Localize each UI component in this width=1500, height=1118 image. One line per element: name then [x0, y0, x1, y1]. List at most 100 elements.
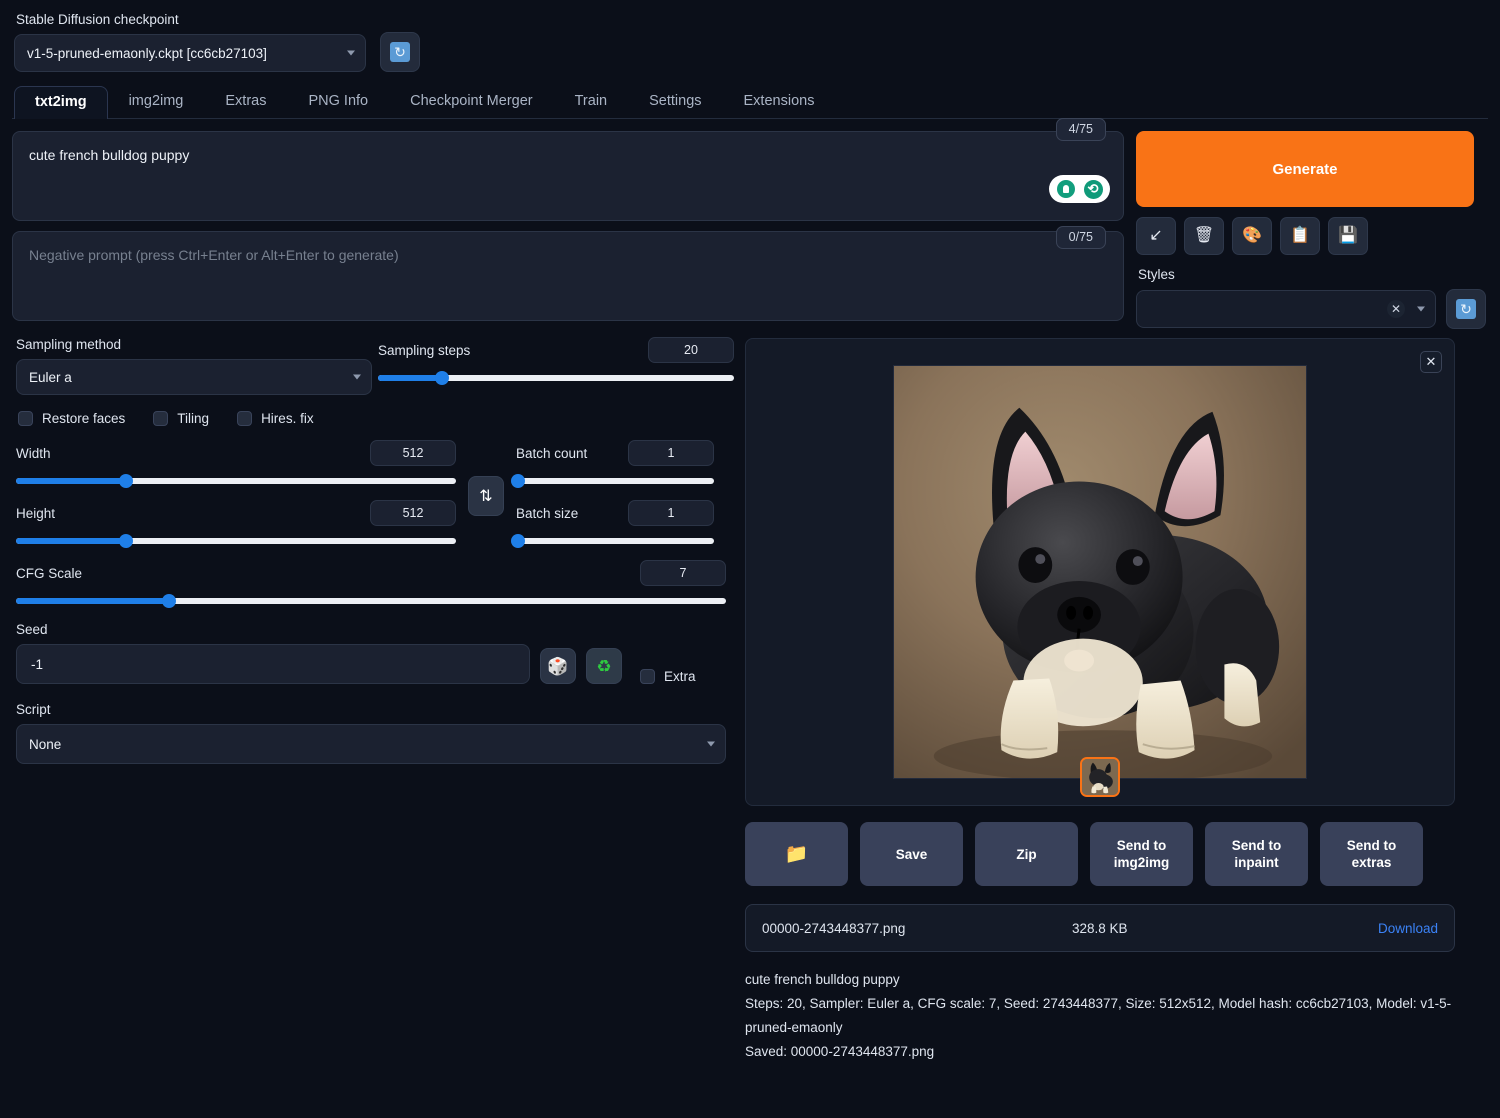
sampling-steps-head: Sampling steps 20	[378, 337, 734, 363]
read-generation-params-icon[interactable]: ↙	[1136, 217, 1176, 255]
tab-img2img[interactable]: img2img	[108, 85, 205, 118]
cfg-scale-block: CFG Scale 7	[16, 560, 726, 608]
tiling-label: Tiling	[177, 411, 210, 426]
refresh-icon: ↻	[1456, 299, 1476, 319]
hires-fix-label: Hires. fix	[261, 411, 314, 426]
batch-count-head: Batch count 1	[516, 440, 714, 466]
results-panel: ✕ 📁 Save Zip Send to img2img Send to inp…	[745, 338, 1487, 1104]
clear-prompt-trash-icon[interactable]: 🗑	[1184, 217, 1224, 255]
apply-style-icon[interactable]: 🎨	[1232, 217, 1272, 255]
height-value[interactable]: 512	[370, 500, 456, 526]
sampling-steps-label: Sampling steps	[378, 342, 471, 358]
cfg-scale-slider[interactable]	[16, 594, 726, 608]
height-head: Height 512	[16, 500, 456, 526]
tab-extras[interactable]: Extras	[204, 85, 287, 118]
checkpoint-select[interactable]: v1-5-pruned-emaonly.ckpt [cc6cb27103]	[14, 34, 366, 72]
tiling-checkbox[interactable]: Tiling	[153, 411, 209, 426]
batch-count-value[interactable]: 1	[628, 440, 714, 466]
cfg-scale-value[interactable]: 7	[640, 560, 726, 586]
file-size: 328.8 KB	[1072, 920, 1128, 936]
batch-count-label: Batch count	[516, 445, 588, 461]
batch-size-value[interactable]: 1	[628, 500, 714, 526]
file-name: 00000-2743448377.png	[762, 920, 906, 936]
thumbnail-image	[1082, 759, 1118, 795]
height-slider[interactable]	[16, 534, 456, 548]
chevron-down-icon	[347, 50, 355, 56]
tab-extensions[interactable]: Extensions	[723, 85, 836, 118]
cfg-scale-head: CFG Scale 7	[16, 560, 726, 586]
negative-prompt-input[interactable]: Negative prompt (press Ctrl+Enter or Alt…	[12, 231, 1124, 321]
tab-settings[interactable]: Settings	[628, 85, 722, 118]
swap-dimensions-button[interactable]: ⇅	[468, 476, 504, 516]
dimensions-block: Width 512 Height 512	[16, 440, 456, 548]
close-icon[interactable]: ✕	[1420, 351, 1442, 373]
checkbox-box	[640, 669, 655, 684]
checkbox-box	[153, 411, 169, 426]
sampling-method-label: Sampling method	[16, 337, 122, 352]
cfg-scale-label: CFG Scale	[16, 565, 83, 581]
clear-x-icon[interactable]: ✕	[1387, 300, 1405, 318]
checkpoint-row: Stable Diffusion checkpoint v1-5-pruned-…	[12, 10, 1488, 72]
batch-block: Batch count 1 Batch size 1	[510, 440, 714, 548]
restore-faces-checkbox[interactable]: Restore faces	[18, 411, 125, 426]
styles-select[interactable]: ✕	[1136, 290, 1436, 328]
download-link[interactable]: Download	[1378, 921, 1438, 936]
refresh-checkpoints-button[interactable]: ↻	[380, 32, 420, 72]
recycle-reuse-seed-icon[interactable]: ♻	[586, 648, 622, 684]
generation-metadata: cute french bulldog puppy Steps: 20, Sam…	[745, 968, 1460, 1064]
batch-size-head: Batch size 1	[516, 500, 714, 526]
paste-clipboard-icon[interactable]: 📋	[1280, 217, 1320, 255]
zip-button[interactable]: Zip	[975, 822, 1078, 886]
batch-size-slider[interactable]	[510, 534, 714, 548]
negative-token-counter: 0/75	[1055, 226, 1106, 249]
positive-prompt-input[interactable]: cute french bulldog puppy	[12, 131, 1124, 221]
restore-faces-label: Restore faces	[42, 411, 126, 426]
tab-train[interactable]: Train	[554, 85, 629, 118]
send-to-img2img-button[interactable]: Send to img2img	[1090, 822, 1193, 886]
chevron-down-icon	[353, 374, 361, 380]
checkbox-box	[18, 411, 33, 426]
folder-icon: 📁	[784, 843, 809, 865]
styles-label: Styles	[1138, 267, 1175, 282]
checkpoint-value: v1-5-pruned-emaonly.ckpt [cc6cb27103]	[27, 45, 267, 61]
extra-seed-checkbox[interactable]: Extra	[640, 669, 696, 684]
save-style-floppy-icon[interactable]: 💾	[1328, 217, 1368, 255]
metadata-prompt: cute french bulldog puppy	[745, 972, 900, 987]
file-info-row: 00000-2743448377.png 328.8 KB Download	[745, 904, 1455, 952]
seed-input[interactable]: -1	[16, 644, 530, 684]
sampling-steps-slider[interactable]	[378, 371, 734, 385]
batch-size-label: Batch size	[516, 505, 579, 521]
sampling-steps-value[interactable]: 20	[648, 337, 734, 363]
generate-toolbar: ↙ 🗑 🎨 📋 💾	[1136, 217, 1486, 255]
width-slider[interactable]	[16, 474, 456, 488]
tab-png-info[interactable]: PNG Info	[287, 85, 389, 118]
sampling-method-select[interactable]: Euler a	[16, 359, 372, 395]
script-select[interactable]: None	[16, 724, 726, 764]
width-value[interactable]: 512	[370, 440, 456, 466]
prompt-tools: ⟲	[1049, 175, 1110, 203]
main-tabs: txt2img img2img Extras PNG Info Checkpoi…	[12, 86, 1488, 119]
script-label: Script	[16, 702, 51, 717]
lightbulb-icon[interactable]	[1056, 179, 1076, 199]
hires-fix-checkbox[interactable]: Hires. fix	[237, 411, 314, 426]
refresh-styles-button[interactable]: ↻	[1446, 289, 1486, 329]
send-to-extras-button[interactable]: Send to extras	[1320, 822, 1423, 886]
save-button[interactable]: Save	[860, 822, 963, 886]
width-head: Width 512	[16, 440, 456, 466]
checkpoint-label: Stable Diffusion checkpoint	[16, 12, 179, 27]
height-label: Height	[16, 505, 56, 521]
chevron-down-icon	[1417, 306, 1425, 312]
thumbnail-item[interactable]	[1080, 757, 1120, 797]
refresh-icon: ↻	[390, 42, 410, 62]
generated-image[interactable]	[893, 365, 1307, 779]
send-to-inpaint-button[interactable]: Send to inpaint	[1205, 822, 1308, 886]
tab-checkpoint-merger[interactable]: Checkpoint Merger	[389, 85, 554, 118]
batch-count-slider[interactable]	[510, 474, 714, 488]
stable-diffusion-webui: Stable Diffusion checkpoint v1-5-pruned-…	[0, 0, 1500, 1118]
extra-label: Extra	[664, 669, 696, 684]
dice-random-icon[interactable]: 🎲	[540, 648, 576, 684]
generate-button[interactable]: Generate	[1136, 131, 1474, 207]
open-folder-button[interactable]: 📁	[745, 822, 848, 886]
tab-txt2img[interactable]: txt2img	[14, 86, 108, 119]
restore-progress-icon[interactable]: ⟲	[1083, 179, 1103, 199]
